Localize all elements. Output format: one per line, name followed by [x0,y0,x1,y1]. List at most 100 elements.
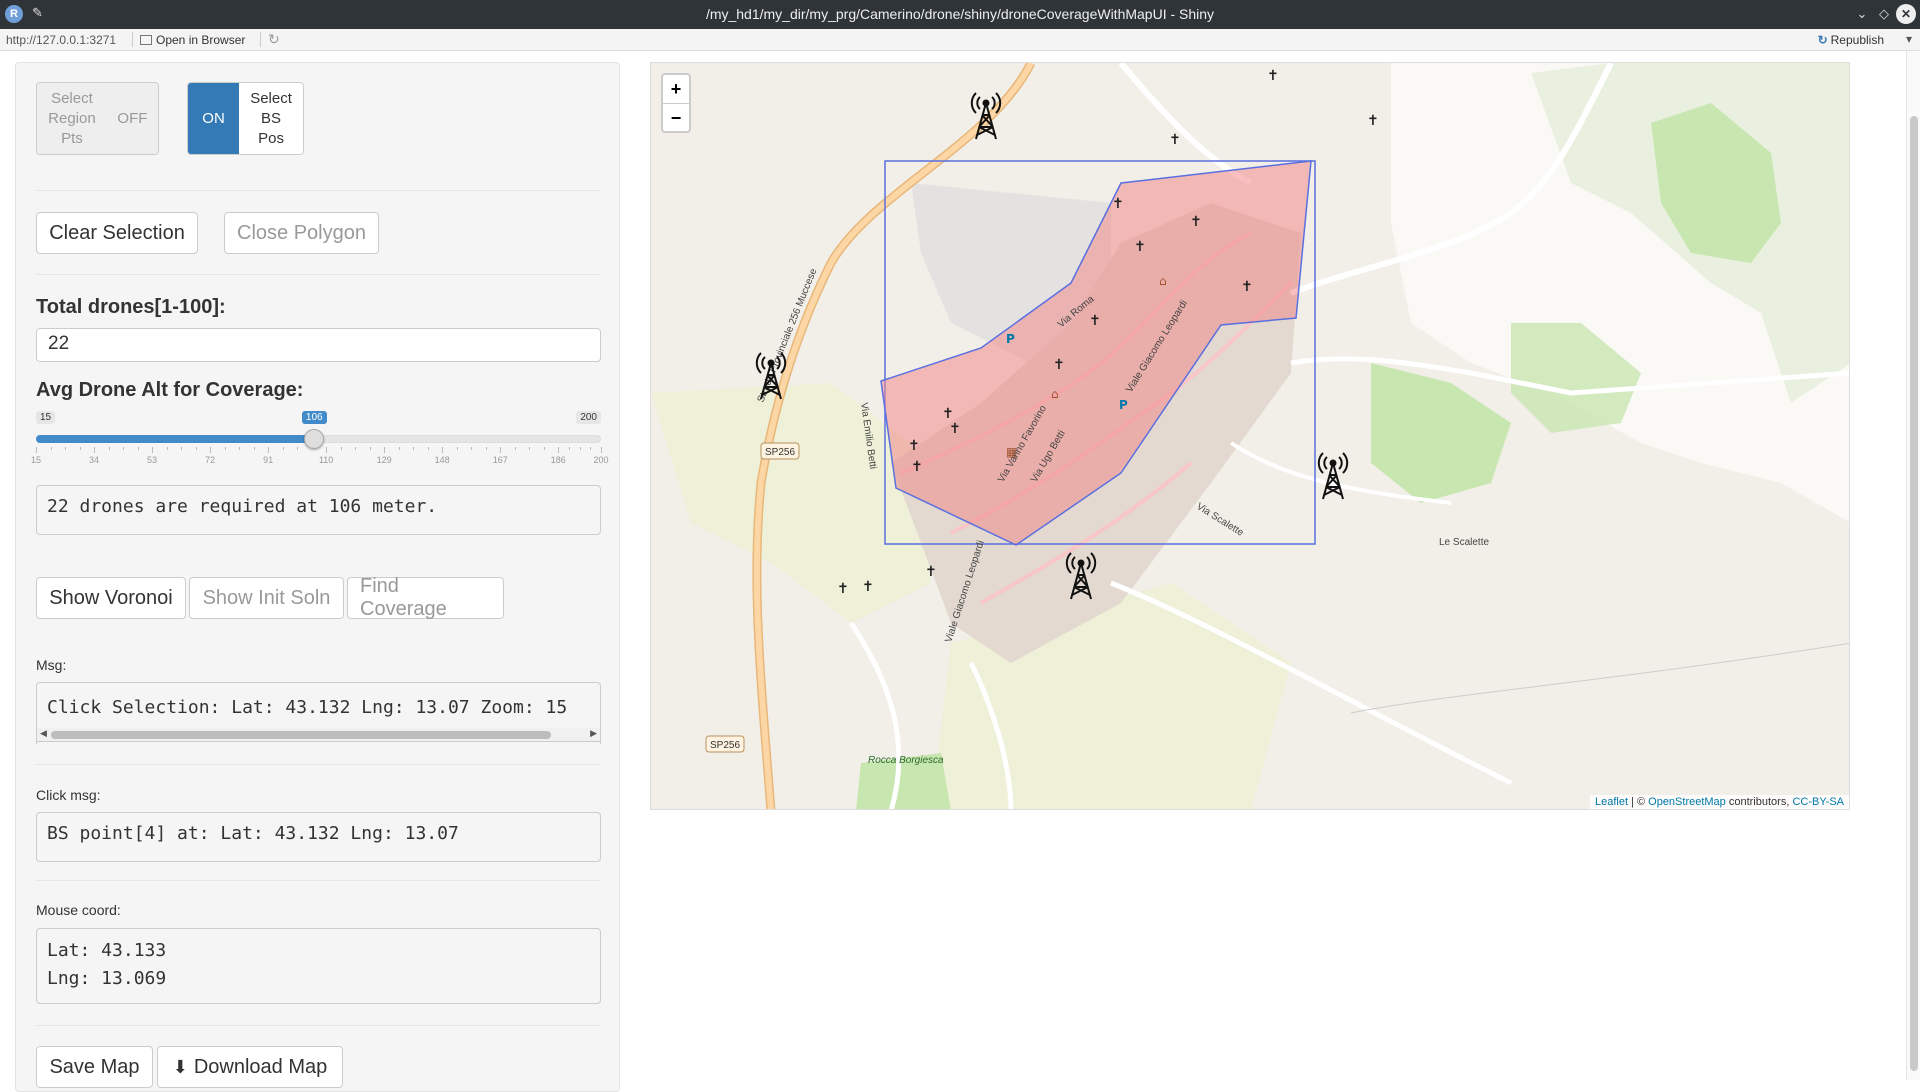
osm-link[interactable]: OpenStreetMap [1648,796,1726,808]
region-points-toggle[interactable]: Select Region Pts OFF [36,82,159,155]
svg-text:✝: ✝ [862,579,874,595]
map-attribution: Leaflet | © OpenStreetMap contributors, … [1589,795,1849,809]
svg-text:✝: ✝ [942,406,954,422]
slider-major-tick [268,447,270,453]
save-map-button[interactable]: Save Map [36,1046,153,1088]
minimize-icon[interactable]: ⌄ [1852,4,1872,24]
svg-text:✝: ✝ [1089,313,1101,329]
slider-minor-tick [166,447,168,450]
zoom-control: + − [661,73,691,133]
mouse-coord-label: Mouse coord: [36,902,121,918]
slider-tick-label: 15 [30,455,42,465]
page-vertical-scrollbar[interactable] [1906,51,1920,1080]
slider-tick-label: 129 [376,455,392,465]
svg-text:✝: ✝ [1241,279,1253,295]
find-coverage-button[interactable]: Find Coverage [347,575,504,620]
altitude-label: Avg Drone Alt for Coverage: [36,379,304,401]
toggle-state-off: OFF [106,83,158,154]
download-map-label: Download Map [193,1055,328,1078]
open-in-browser-button[interactable]: Open in Browser [140,33,245,47]
toggle-label: Select BS Pos [239,83,303,154]
slider-major-tick [210,447,212,453]
toggle-label-line: Pos [258,129,284,147]
chevron-down-icon[interactable]: ▾ [1906,32,1912,46]
svg-text:✝: ✝ [911,459,923,475]
republish-button[interactable]: ↻ Republish [1818,33,1884,47]
toggle-label-line: Region [48,109,96,127]
maximize-icon[interactable]: ◇ [1874,4,1894,24]
clear-selection-button[interactable]: Clear Selection [36,212,198,254]
slider-tick-label: 167 [492,455,508,465]
svg-text:⌂: ⌂ [1159,274,1167,288]
map-tiles: ✝✝ ✝✝✝ ✝✝✝ ✝✝✝ ✝✝ ✝ ✝✝ P P ⌂ ⌂ ▦ Strada P… [651,63,1849,809]
sidebar-panel: Select Region Pts OFF ON Select BS Pos Clear… [15,62,620,1092]
toggle-label-line: Select [250,89,292,107]
zoom-out-button[interactable]: − [663,103,689,131]
slider-major-tick [442,447,444,453]
leaflet-link[interactable]: Leaflet [1595,796,1628,808]
slider-minor-tick [529,447,531,450]
slider-fill [36,435,314,443]
divider [36,190,601,191]
slider-tick-label: 200 [593,455,609,465]
slider-major-tick [384,447,386,453]
republish-label: Republish [1830,33,1884,47]
slider-minor-tick [123,447,125,450]
license-link[interactable]: CC-BY-SA [1792,796,1844,808]
click-msg-label: Click msg: [36,787,101,803]
svg-text:✝: ✝ [925,564,937,580]
address-bar: http://127.0.0.1:3271 Open in Browser ↻ … [0,29,1920,51]
show-init-soln-button[interactable]: Show Init Soln [189,577,344,619]
svg-text:P: P [1119,398,1128,412]
slider-minor-tick [568,447,570,450]
republish-icon: ↻ [1817,33,1828,47]
slider-minor-tick [253,447,255,450]
place-label: Rocca Borgiesca [868,755,944,766]
slider-minor-tick [413,447,415,450]
slider-max-label: 200 [576,411,601,424]
slider-value-label: 106 [301,411,327,424]
slider-tick-label: 34 [89,455,100,465]
scroll-right-icon[interactable]: ▶ [590,728,597,739]
total-drones-input[interactable]: 22 [36,328,601,362]
close-icon[interactable]: ✕ [1896,4,1916,24]
show-voronoi-button[interactable]: Show Voronoi [36,577,186,619]
svg-text:P: P [1006,332,1015,346]
result-output: 22 drones are required at 106 meter. [36,485,601,535]
url-text: http://127.0.0.1:3271 [6,33,117,47]
download-map-button[interactable]: ⬇ Download Map [157,1046,343,1088]
close-polygon-button[interactable]: Close Polygon [224,212,379,254]
msg-horizontal-scrollbar[interactable]: ◀ ▶ [36,728,601,742]
slider-tick-label: 72 [205,455,216,465]
slider-minor-tick [427,447,429,450]
divider [132,32,133,47]
divider [36,1025,601,1026]
slider-major-tick [36,447,37,453]
slider-minor-tick [579,447,581,450]
leaflet-map[interactable]: ✝ ✝ ✝ ✝ ✝ ✝ ✝ ✝ ✝ ✝ ✝ ✝ ✝ ✝ ✝ ✝ P P ⌂ ⌂ ▦ Strada P… [650,62,1850,810]
refresh-icon[interactable]: ↻ [268,31,280,48]
altitude-slider[interactable]: 15 200 106 15 34 53 72 91 110 129 148 167 186 200 [31,405,609,465]
slider-minor-tick [311,447,313,450]
scrollbar-thumb[interactable] [1910,116,1918,1071]
slider-minor-tick [514,447,516,450]
slider-major-tick [558,447,560,453]
divider [260,32,261,47]
open-in-browser-label: Open in Browser [156,33,246,47]
slider-minor-tick [195,447,197,450]
click-msg-output: BS point[4] at: Lat: 43.132 Lng: 13.07 [36,812,601,862]
svg-text:✝: ✝ [1169,132,1181,148]
mouse-coord-output: Lat: 43.133 Lng: 13.069 [36,928,601,1004]
svg-text:✝: ✝ [1367,113,1379,129]
slider-major-tick [94,447,96,453]
slider-minor-tick [65,447,66,450]
toggle-label-line: Select [51,89,93,107]
bs-position-toggle[interactable]: ON Select BS Pos [187,82,304,155]
scroll-left-icon[interactable]: ◀ [40,728,47,739]
attribution-text: contributors, [1725,796,1793,808]
svg-text:✝: ✝ [1053,357,1065,373]
slider-handle[interactable] [303,429,324,449]
svg-text:✝: ✝ [1134,239,1146,255]
scrollbar-thumb[interactable] [51,731,551,739]
zoom-in-button[interactable]: + [663,75,689,103]
